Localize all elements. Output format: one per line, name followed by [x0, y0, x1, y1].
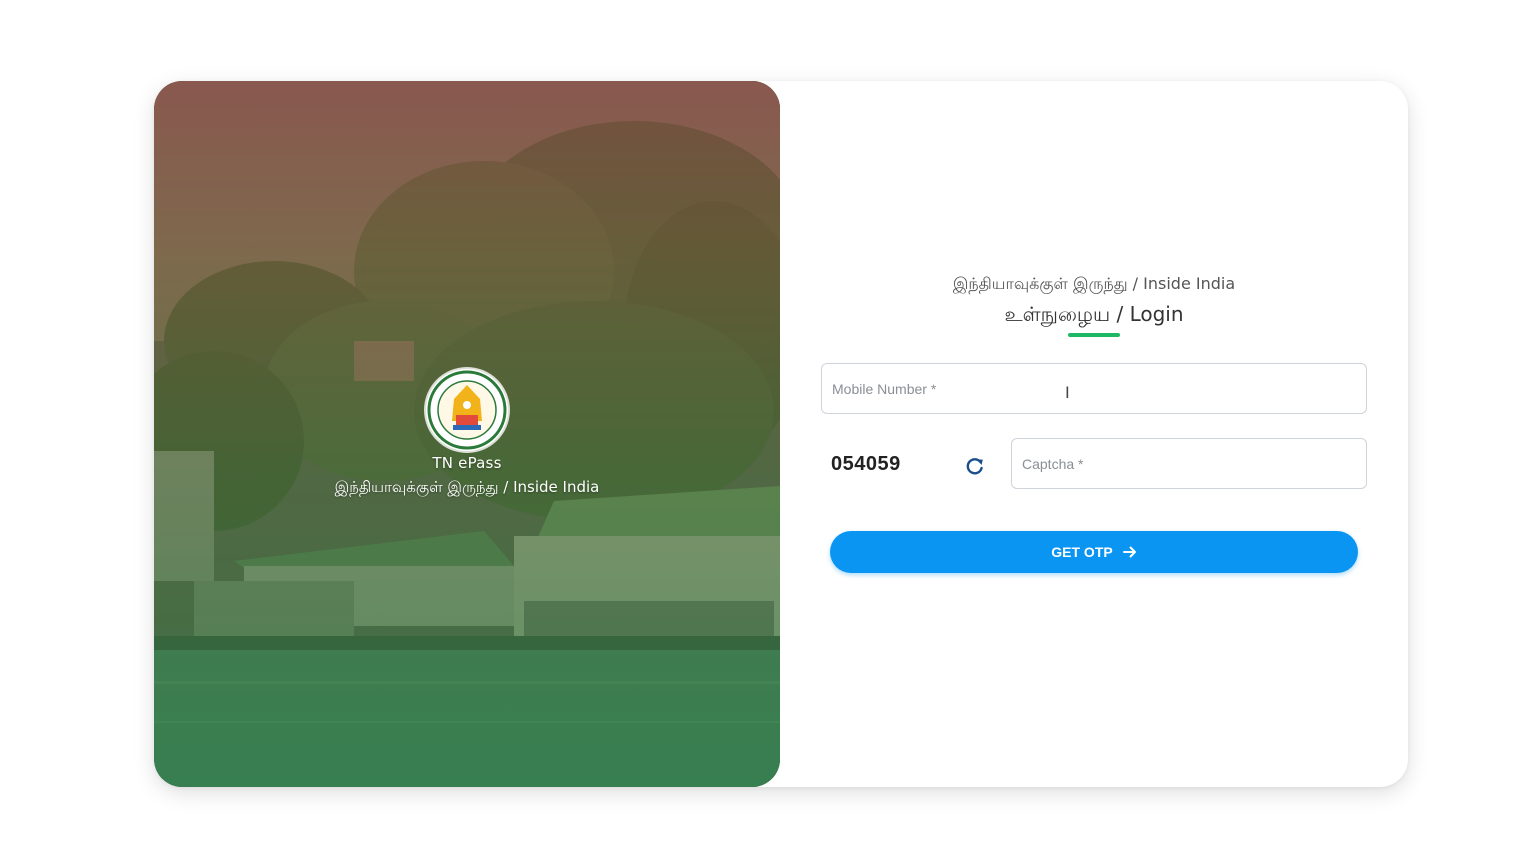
- arrow-right-icon: [1122, 546, 1136, 558]
- state-emblem-icon: [426, 369, 508, 451]
- hero-image-panel: TN ePass இந்தியாவுக்குள் இருந்து / Insid…: [154, 81, 780, 787]
- login-card: TN ePass இந்தியாவுக்குள் இருந்து / Insid…: [154, 81, 1408, 787]
- title-underline: [1068, 333, 1120, 337]
- app-subtitle: இந்தியாவுக்குள் இருந்து / Inside India: [334, 478, 600, 496]
- mobile-number-input[interactable]: [832, 380, 1356, 397]
- get-otp-label: GET OTP: [1051, 544, 1113, 560]
- captcha-input[interactable]: [1022, 455, 1356, 472]
- page-title: உள்நுழைய / Login: [1004, 302, 1184, 326]
- app-name: TN ePass: [432, 454, 502, 472]
- refresh-icon[interactable]: [964, 455, 986, 477]
- captcha-code: 054059: [831, 453, 901, 475]
- form-heading: இந்தியாவுக்குள் இருந்து / Inside India: [952, 274, 1236, 293]
- get-otp-button[interactable]: GET OTP: [830, 531, 1358, 573]
- login-page: TN ePass இந்தியாவுக்குள் இருந்து / Insid…: [0, 0, 1536, 858]
- mobile-number-field[interactable]: [821, 363, 1367, 414]
- captcha-field[interactable]: [1011, 438, 1367, 489]
- text-cursor-icon: I: [1065, 383, 1070, 402]
